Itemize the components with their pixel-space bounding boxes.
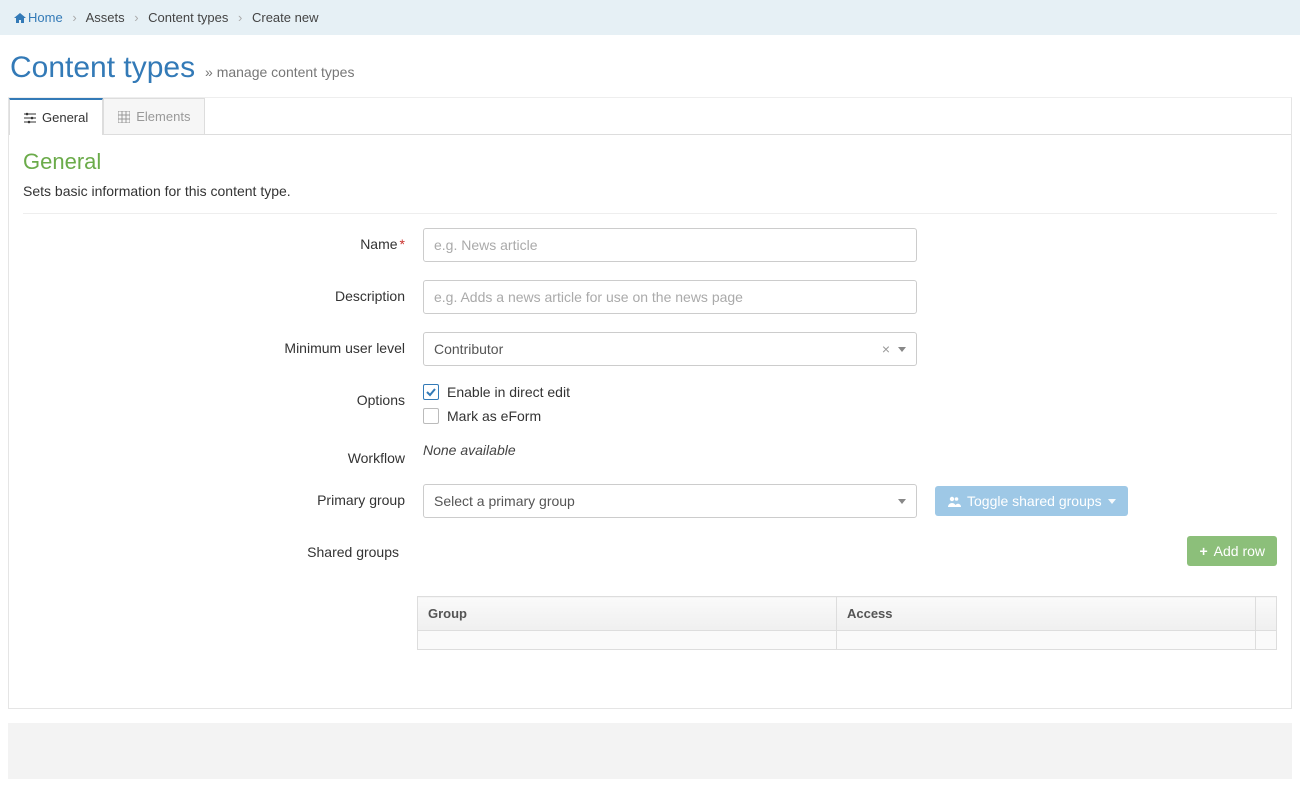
- chevron-right-icon: ›: [238, 10, 242, 25]
- row-name: Name*: [23, 228, 1277, 262]
- breadcrumb: Home › Assets › Content types › Create n…: [0, 0, 1300, 35]
- col-actions: [1255, 597, 1276, 631]
- tab-general-label: General: [42, 110, 88, 125]
- required-asterisk: *: [400, 236, 405, 252]
- section-general: General Sets basic information for this …: [9, 135, 1291, 708]
- name-input[interactable]: [423, 228, 917, 262]
- breadcrumb-item-create-new: Create new: [252, 10, 318, 25]
- breadcrumb-home[interactable]: Home: [28, 10, 63, 25]
- plus-icon: +: [1199, 543, 1207, 559]
- footer-bar: [8, 723, 1292, 779]
- label-options: Options: [23, 384, 423, 408]
- tab-general[interactable]: General: [9, 98, 103, 135]
- clear-icon[interactable]: ×: [882, 341, 890, 357]
- add-row-button[interactable]: + Add row: [1187, 536, 1277, 566]
- row-primary-group: Primary group Select a primary group Tog…: [23, 484, 1277, 518]
- label-min-user-level: Minimum user level: [23, 332, 423, 356]
- page-body: General Elements General Sets basic info…: [8, 97, 1292, 709]
- tabs: General Elements: [9, 98, 1291, 135]
- chevron-right-icon: ›: [134, 10, 138, 25]
- add-row-label: Add row: [1214, 543, 1265, 559]
- check-icon: [425, 386, 437, 398]
- label-primary-group: Primary group: [23, 484, 423, 508]
- col-access: Access: [836, 597, 1255, 631]
- option-enable-direct-edit[interactable]: Enable in direct edit: [423, 384, 1277, 400]
- cell-access: [836, 631, 1255, 650]
- label-description: Description: [23, 280, 423, 304]
- row-workflow: Workflow None available: [23, 442, 1277, 466]
- toggle-shared-groups-button[interactable]: Toggle shared groups: [935, 486, 1128, 516]
- shared-groups-table: Group Access: [417, 596, 1277, 650]
- checkbox-enable-direct-edit[interactable]: [423, 384, 439, 400]
- row-options: Options Enable in direct edit Mark as eF…: [23, 384, 1277, 424]
- page-subtitle: » manage content types: [205, 64, 354, 80]
- checkbox-mark-eform[interactable]: [423, 408, 439, 424]
- option-enable-direct-edit-label: Enable in direct edit: [447, 384, 570, 400]
- breadcrumb-item-content-types[interactable]: Content types: [148, 10, 228, 25]
- chevron-down-icon: [898, 347, 906, 352]
- option-mark-eform-label: Mark as eForm: [447, 408, 541, 424]
- label-name: Name*: [23, 228, 423, 252]
- page-header: Content types » manage content types: [0, 35, 1300, 97]
- home-icon: [14, 11, 26, 21]
- option-mark-eform[interactable]: Mark as eForm: [423, 408, 1277, 424]
- description-input[interactable]: [423, 280, 917, 314]
- primary-group-placeholder: Select a primary group: [434, 493, 575, 509]
- col-group: Group: [418, 597, 837, 631]
- toggle-shared-groups-label: Toggle shared groups: [967, 493, 1102, 509]
- breadcrumb-item-assets[interactable]: Assets: [86, 10, 125, 25]
- workflow-note: None available: [423, 442, 516, 458]
- min-user-level-value: Contributor: [434, 341, 503, 357]
- row-description: Description: [23, 280, 1277, 314]
- row-min-user-level: Minimum user level Contributor ×: [23, 332, 1277, 366]
- table-row: [418, 631, 1277, 650]
- row-shared-groups: Shared groups + Add row Group Access: [23, 536, 1277, 650]
- label-workflow: Workflow: [23, 442, 423, 466]
- label-shared-groups: Shared groups: [23, 536, 417, 560]
- sliders-icon: [24, 112, 36, 124]
- primary-group-select[interactable]: Select a primary group: [423, 484, 917, 518]
- grid-icon: [118, 111, 130, 123]
- cell-actions: [1255, 631, 1276, 650]
- tab-elements[interactable]: Elements: [103, 98, 205, 134]
- min-user-level-select[interactable]: Contributor ×: [423, 332, 917, 366]
- tab-elements-label: Elements: [136, 109, 190, 124]
- users-icon: [947, 495, 961, 507]
- chevron-down-icon: [898, 499, 906, 504]
- chevron-right-icon: ›: [72, 10, 76, 25]
- cell-group: [418, 631, 837, 650]
- chevron-down-icon: [1108, 499, 1116, 504]
- page-title: Content types: [10, 51, 195, 85]
- section-description: Sets basic information for this content …: [23, 183, 1277, 214]
- section-heading: General: [23, 149, 1277, 175]
